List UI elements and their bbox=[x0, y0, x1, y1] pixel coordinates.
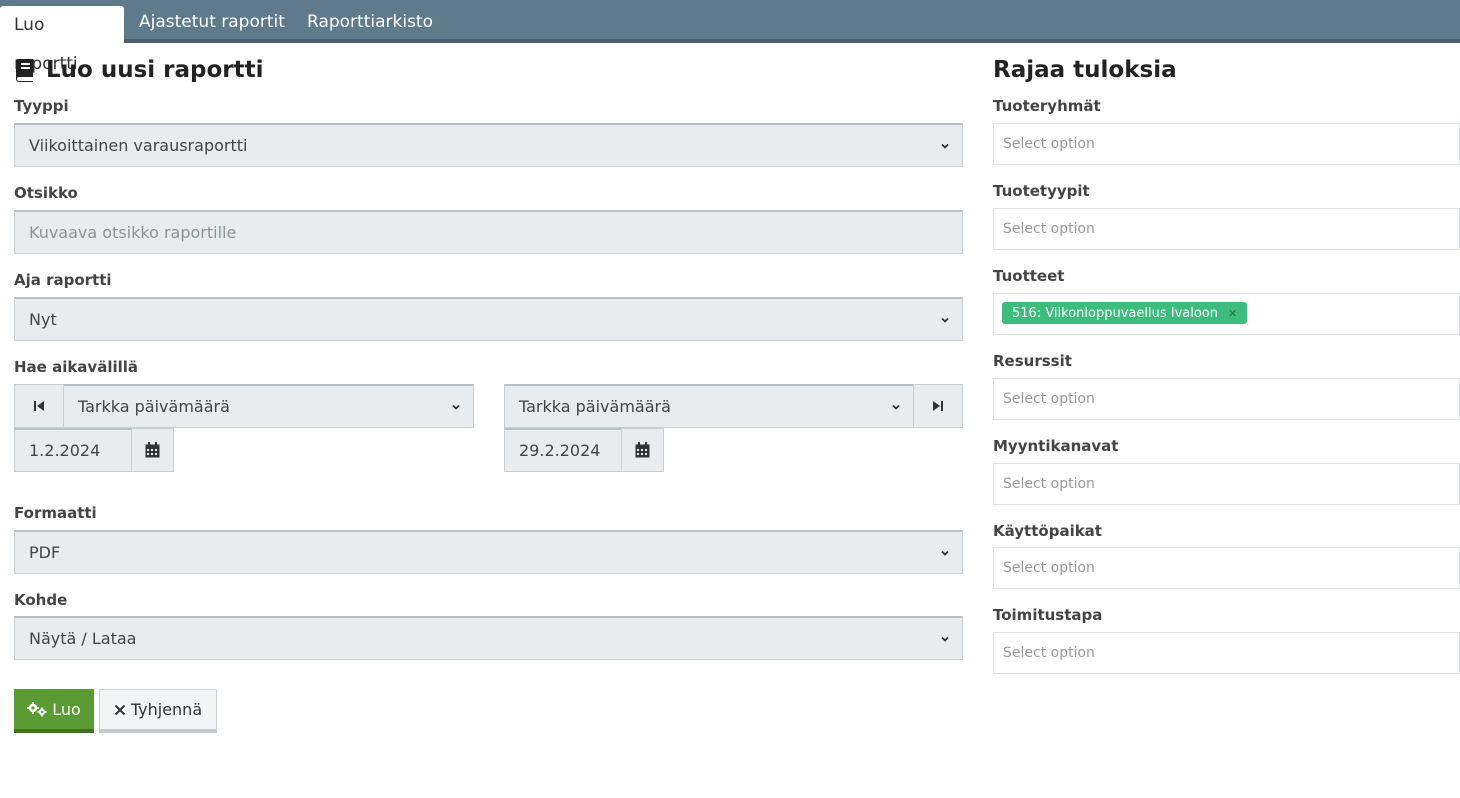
format-value: PDF bbox=[29, 543, 61, 562]
product-groups-select[interactable]: Select option bbox=[993, 123, 1460, 165]
tab-scheduled-reports[interactable]: Ajastetut raportit bbox=[125, 4, 299, 43]
heading-placeholder: Kuvaava otsikko raportille bbox=[29, 223, 237, 242]
chevron-down-icon bbox=[941, 317, 949, 323]
type-select[interactable]: Viikoittainen varausraportti bbox=[14, 123, 963, 167]
product-types-label: Tuotetyypit bbox=[993, 182, 1090, 200]
range-last-button[interactable] bbox=[913, 384, 963, 428]
product-groups-label: Tuoteryhmät bbox=[993, 97, 1101, 115]
tab-report-archive[interactable]: Raporttiarkisto bbox=[293, 4, 447, 43]
type-value: Viikoittainen varausraportti bbox=[29, 136, 248, 155]
range-end-mode-value: Tarkka päivämäärä bbox=[519, 397, 671, 416]
locations-label: Käyttöpaikat bbox=[993, 522, 1102, 540]
filters-title: Rajaa tuloksia bbox=[993, 57, 1177, 83]
resources-placeholder: Select option bbox=[1003, 391, 1095, 407]
create-button-label: Luo bbox=[52, 699, 81, 719]
channels-placeholder: Select option bbox=[1003, 476, 1095, 492]
locations-select[interactable]: Select option bbox=[993, 547, 1460, 589]
start-date-input[interactable]: 1.2.2024 bbox=[14, 428, 132, 472]
format-select[interactable]: PDF bbox=[14, 530, 963, 574]
locations-placeholder: Select option bbox=[1003, 560, 1095, 576]
book-icon bbox=[16, 59, 33, 82]
delivery-placeholder: Select option bbox=[1003, 645, 1095, 661]
heading-input[interactable]: Kuvaava otsikko raportille bbox=[14, 210, 963, 254]
delivery-label: Toimitustapa bbox=[993, 606, 1103, 624]
create-button[interactable]: Luo bbox=[14, 689, 94, 733]
range-start-mode-select[interactable]: Tarkka päivämäärä bbox=[63, 384, 474, 428]
resources-select[interactable]: Select option bbox=[993, 378, 1460, 420]
type-label: Tyyppi bbox=[14, 97, 69, 115]
gears-icon bbox=[27, 702, 47, 717]
range-start-mode-value: Tarkka päivämäärä bbox=[78, 397, 230, 416]
page-title: Luo uusi raportti bbox=[14, 57, 264, 83]
chevron-down-icon bbox=[941, 550, 949, 556]
start-date-calendar-button[interactable] bbox=[131, 428, 174, 472]
clear-button[interactable]: Tyhjennä bbox=[99, 689, 217, 733]
calendar-icon bbox=[145, 442, 160, 458]
products-label: Tuotteet bbox=[993, 267, 1065, 285]
target-select[interactable]: Näytä / Lataa bbox=[14, 616, 963, 660]
product-tag-label: 516: Viikonloppuvaellus Ivaloon bbox=[1012, 305, 1219, 321]
product-groups-placeholder: Select option bbox=[1003, 136, 1095, 152]
target-label: Kohde bbox=[14, 591, 68, 609]
end-date-calendar-button[interactable] bbox=[621, 428, 664, 472]
end-date-value: 29.2.2024 bbox=[519, 441, 601, 460]
remove-tag-icon[interactable]: ✕ bbox=[1228, 307, 1237, 320]
channels-label: Myyntikanavat bbox=[993, 437, 1119, 455]
delivery-select[interactable]: Select option bbox=[993, 632, 1460, 674]
chevron-down-icon bbox=[941, 143, 949, 149]
close-icon bbox=[114, 704, 126, 715]
range-end-mode-select[interactable]: Tarkka päivämäärä bbox=[504, 384, 914, 428]
channels-select[interactable]: Select option bbox=[993, 463, 1460, 505]
product-types-select[interactable]: Select option bbox=[993, 208, 1460, 250]
skip-back-icon bbox=[34, 401, 44, 411]
run-value: Nyt bbox=[29, 310, 57, 329]
run-label: Aja raportti bbox=[14, 271, 112, 289]
start-date-value: 1.2.2024 bbox=[29, 441, 101, 460]
end-date-input[interactable]: 29.2.2024 bbox=[504, 428, 622, 472]
clear-button-label: Tyhjennä bbox=[130, 700, 203, 719]
skip-forward-icon bbox=[933, 401, 943, 411]
run-select[interactable]: Nyt bbox=[14, 297, 963, 341]
range-label: Hae aikavälillä bbox=[14, 358, 139, 376]
target-value: Näytä / Lataa bbox=[29, 629, 137, 648]
chevron-down-icon bbox=[452, 404, 460, 410]
chevron-down-icon bbox=[941, 636, 949, 642]
calendar-icon bbox=[635, 442, 650, 458]
format-label: Formaatti bbox=[14, 504, 97, 522]
range-first-button[interactable] bbox=[14, 384, 64, 428]
resources-label: Resurssit bbox=[993, 352, 1072, 370]
product-types-placeholder: Select option bbox=[1003, 221, 1095, 237]
tab-bar: Luo raportti Ajastetut raportit Raportti… bbox=[0, 0, 1460, 74]
product-tag: 516: Viikonloppuvaellus Ivaloon ✕ bbox=[1002, 302, 1248, 324]
heading-label: Otsikko bbox=[14, 184, 78, 202]
page-title-text: Luo uusi raportti bbox=[46, 57, 264, 83]
chevron-down-icon bbox=[892, 404, 900, 410]
tab-create-report[interactable]: Luo raportti bbox=[0, 6, 124, 74]
